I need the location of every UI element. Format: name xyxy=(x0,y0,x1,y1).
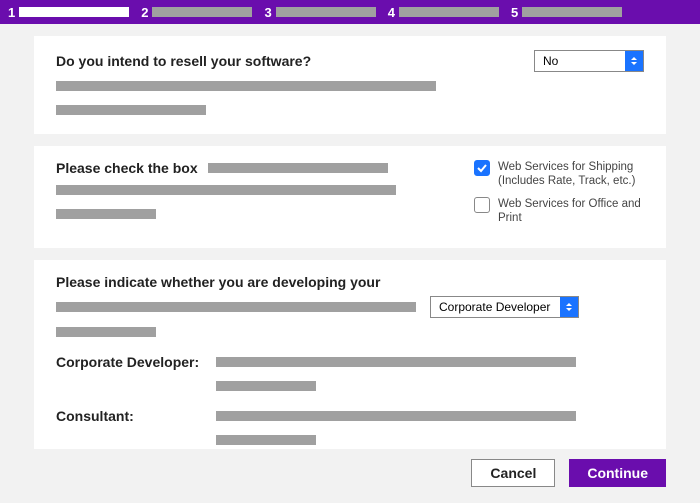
progress-step-bar xyxy=(399,7,499,17)
checkbox-row-shipping: Web Services for Shipping (Includes Rate… xyxy=(474,160,644,189)
caret-down-icon xyxy=(566,308,572,311)
definition-consultant: Consultant: xyxy=(56,408,644,450)
placeholder-line xyxy=(56,302,416,312)
placeholder-line xyxy=(216,411,576,421)
placeholder-line xyxy=(216,357,576,367)
progress-step-num: 2 xyxy=(141,5,148,20)
progress-step-bar xyxy=(152,7,252,17)
progress-step-3: 3 xyxy=(264,5,375,20)
resell-select-value: No xyxy=(543,54,558,68)
developer-select-value: Corporate Developer xyxy=(439,300,550,314)
definition-consultant-term: Consultant: xyxy=(56,408,204,424)
progress-step-bar xyxy=(19,7,129,17)
placeholder-line xyxy=(56,81,436,91)
footer-actions: Cancel Continue xyxy=(0,449,700,503)
placeholder-line xyxy=(56,209,156,219)
cancel-button[interactable]: Cancel xyxy=(471,459,555,487)
caret-up-icon xyxy=(631,57,637,60)
placeholder-line xyxy=(216,381,316,391)
progress-step-4: 4 xyxy=(388,5,499,20)
question-developer-title: Please indicate whether you are developi… xyxy=(56,274,644,290)
progress-step-1: 1 xyxy=(8,5,129,20)
select-toggle-icon xyxy=(625,51,643,71)
placeholder-line xyxy=(216,435,316,445)
placeholder-line xyxy=(56,185,396,195)
progress-step-bar xyxy=(522,7,622,17)
question-resell-title: Do you intend to resell your software? xyxy=(56,53,311,69)
progress-step-num: 1 xyxy=(8,5,15,20)
progress-step-2: 2 xyxy=(141,5,252,20)
question-checkbox-title: Please check the box xyxy=(56,160,198,176)
progress-bar: 1 2 3 4 5 xyxy=(0,0,700,24)
caret-down-icon xyxy=(631,62,637,65)
question-resell-card: Do you intend to resell your software? N… xyxy=(34,36,666,134)
progress-step-num: 4 xyxy=(388,5,395,20)
definition-corporate-term: Corporate Developer: xyxy=(56,354,204,370)
question-developer-card: Please indicate whether you are developi… xyxy=(34,260,666,450)
caret-up-icon xyxy=(566,303,572,306)
placeholder-line xyxy=(208,163,388,173)
resell-select[interactable]: No xyxy=(534,50,644,72)
progress-step-num: 5 xyxy=(511,5,518,20)
checkbox-office-label: Web Services for Office and Print xyxy=(498,197,644,226)
checkbox-row-office: Web Services for Office and Print xyxy=(474,197,644,226)
select-toggle-icon xyxy=(560,297,578,317)
progress-step-bar xyxy=(276,7,376,17)
progress-step-num: 3 xyxy=(264,5,271,20)
checkbox-shipping[interactable] xyxy=(474,160,490,176)
main-content: Do you intend to resell your software? N… xyxy=(0,24,700,449)
definition-corporate: Corporate Developer: xyxy=(56,354,644,396)
checkbox-shipping-label: Web Services for Shipping (Includes Rate… xyxy=(498,160,644,189)
continue-button[interactable]: Continue xyxy=(569,459,666,487)
developer-select[interactable]: Corporate Developer xyxy=(430,296,579,318)
question-checkbox-card: Please check the box Web Services for Sh… xyxy=(34,146,666,248)
check-icon xyxy=(477,163,487,173)
placeholder-line xyxy=(56,327,156,337)
progress-step-5: 5 xyxy=(511,5,622,20)
checkbox-office[interactable] xyxy=(474,197,490,213)
placeholder-line xyxy=(56,105,206,115)
